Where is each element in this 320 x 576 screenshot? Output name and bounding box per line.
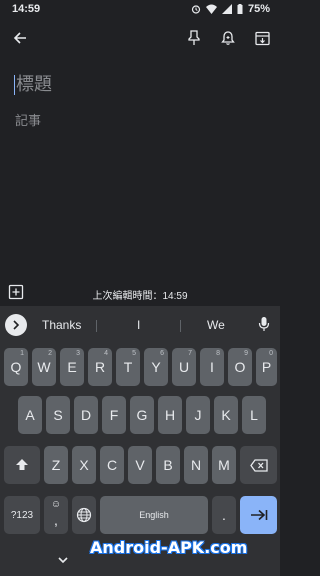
enter-arrow-icon (250, 509, 267, 521)
key-t[interactable]: T5 (116, 348, 140, 386)
signal-icon (221, 4, 232, 14)
key-g[interactable]: G (130, 396, 154, 434)
title-placeholder: 標題 (16, 74, 52, 94)
key-hint: 8 (216, 350, 220, 357)
key-label: R (94, 359, 106, 375)
suggestion-3[interactable]: We (207, 318, 225, 332)
globe-icon (76, 507, 92, 523)
key-hint: 2 (48, 350, 52, 357)
key-w[interactable]: W2 (32, 348, 56, 386)
status-bar: 14:59 75% (0, 0, 280, 18)
key-label: I (210, 359, 214, 375)
alarm-icon (191, 5, 201, 14)
key-n[interactable]: N (184, 446, 208, 484)
note-title-input[interactable]: 標題 (14, 70, 264, 98)
chevron-down-icon (58, 557, 68, 564)
key-f[interactable]: F (102, 396, 126, 434)
suggestion-1[interactable]: Thanks (42, 318, 81, 332)
comma-label: , (54, 512, 58, 528)
key-label: P (261, 359, 272, 375)
key-m[interactable]: M (212, 446, 236, 484)
key-hint: 3 (76, 350, 80, 357)
voice-input-button[interactable] (258, 316, 274, 334)
key-k[interactable]: K (214, 396, 238, 434)
back-arrow-icon (13, 32, 26, 44)
space-key[interactable]: English (100, 496, 208, 534)
key-x[interactable]: X (72, 446, 96, 484)
mic-icon (258, 317, 270, 331)
archive-icon (254, 31, 270, 45)
wifi-icon (205, 4, 217, 14)
body-placeholder: 記事 (15, 113, 42, 128)
note-body-input[interactable]: 記事 (15, 110, 41, 129)
key-label: U (178, 359, 190, 375)
reminder-button[interactable] (218, 28, 238, 48)
enter-key[interactable] (240, 496, 277, 534)
emoji-label: ☺ (50, 499, 62, 510)
key-a[interactable]: A (18, 396, 42, 434)
key-hint: 4 (104, 350, 108, 357)
battery-percent: 75% (247, 3, 270, 15)
key-v[interactable]: V (128, 446, 152, 484)
symbols-key[interactable]: ?123 (4, 496, 40, 534)
pin-icon (188, 30, 200, 45)
reminder-bell-icon (221, 31, 235, 45)
battery-icon (237, 4, 243, 14)
emoji-comma-key[interactable]: ☺ , (44, 496, 68, 534)
hide-keyboard-button[interactable] (56, 552, 70, 564)
suggestion-strip: Thanks I We (0, 312, 280, 338)
backspace-icon (249, 458, 268, 472)
back-button[interactable] (10, 28, 30, 48)
key-hint: 7 (188, 350, 192, 357)
key-l[interactable]: L (242, 396, 266, 434)
key-j[interactable]: J (186, 396, 210, 434)
key-label: T (123, 359, 133, 375)
key-label: O (234, 359, 246, 375)
suggestion-2[interactable]: I (137, 318, 140, 332)
note-toolbar (0, 24, 280, 52)
key-u[interactable]: U7 (172, 348, 196, 386)
key-h[interactable]: H (158, 396, 182, 434)
soft-keyboard: Thanks I We Q1 W2 E3 R4 T5 Y6 U7 I8 O9 P… (0, 306, 280, 576)
archive-button[interactable] (252, 28, 272, 48)
key-label: W (37, 359, 51, 375)
last-edited-label: 上次編輯時間：14:59 (92, 291, 188, 302)
expand-toolbar-button[interactable] (5, 314, 27, 336)
key-e[interactable]: E3 (60, 348, 84, 386)
watermark: Android-APK.com (90, 538, 248, 557)
suggestion-divider (180, 320, 181, 332)
key-z[interactable]: Z (44, 446, 68, 484)
key-c[interactable]: C (100, 446, 124, 484)
language-key[interactable] (72, 496, 96, 534)
key-o[interactable]: O9 (228, 348, 252, 386)
key-hint: 5 (132, 350, 136, 357)
key-hint: 6 (160, 350, 164, 357)
key-d[interactable]: D (74, 396, 98, 434)
backspace-key[interactable] (240, 446, 277, 484)
note-footer: 上次編輯時間：14:59 (0, 282, 280, 304)
key-q[interactable]: Q1 (4, 348, 28, 386)
key-p[interactable]: P0 (256, 348, 277, 386)
key-hint: 0 (269, 350, 273, 357)
key-r[interactable]: R4 (88, 348, 112, 386)
key-hint: 1 (20, 350, 24, 357)
shift-key[interactable] (4, 446, 40, 484)
text-cursor (14, 75, 15, 96)
pin-button[interactable] (184, 28, 204, 48)
status-time: 14:59 (12, 3, 41, 15)
key-hint: 9 (244, 350, 248, 357)
chevron-right-icon (13, 320, 20, 330)
key-y[interactable]: Y6 (144, 348, 168, 386)
key-b[interactable]: B (156, 446, 180, 484)
key-s[interactable]: S (46, 396, 70, 434)
key-label: Q (10, 359, 22, 375)
status-icons: 75% (191, 3, 270, 15)
shift-icon (16, 459, 28, 470)
suggestion-divider (96, 320, 97, 332)
key-label: Y (151, 359, 161, 375)
key-label: E (67, 359, 77, 375)
period-key[interactable]: . (212, 496, 236, 534)
key-i[interactable]: I8 (200, 348, 224, 386)
